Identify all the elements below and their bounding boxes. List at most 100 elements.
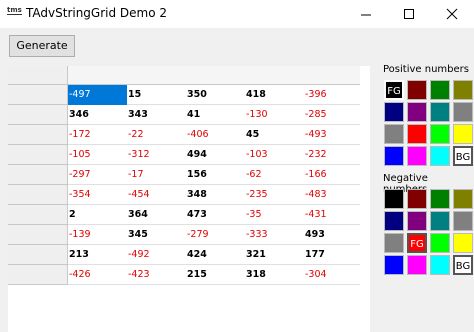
grid-cell[interactable]: 424 bbox=[186, 245, 245, 265]
grid-cell[interactable]: 418 bbox=[245, 85, 304, 105]
color-swatch[interactable] bbox=[430, 255, 450, 275]
row-header-cell[interactable] bbox=[8, 265, 68, 285]
row-header-cell[interactable] bbox=[8, 205, 68, 225]
grid-cell[interactable]: -166 bbox=[304, 165, 363, 185]
grid-cell[interactable]: -103 bbox=[245, 145, 304, 165]
row-header-cell[interactable] bbox=[8, 145, 68, 165]
grid-cell[interactable]: 343 bbox=[127, 105, 186, 125]
grid-cell[interactable]: -17 bbox=[127, 165, 186, 185]
row-header-cell[interactable] bbox=[8, 185, 68, 205]
color-swatch[interactable] bbox=[453, 233, 473, 253]
maximize-button[interactable] bbox=[387, 0, 431, 28]
grid-cell[interactable]: -304 bbox=[304, 265, 363, 285]
minimize-button[interactable] bbox=[344, 0, 388, 28]
grid-cell[interactable]: 350 bbox=[186, 85, 245, 105]
grid-cell[interactable]: -426 bbox=[68, 265, 127, 285]
color-swatch[interactable] bbox=[384, 146, 404, 166]
grid-cell[interactable]: -232 bbox=[304, 145, 363, 165]
grid-cell[interactable]: -279 bbox=[186, 225, 245, 245]
grid-cell[interactable]: -130 bbox=[245, 105, 304, 125]
grid-cell[interactable]: 346 bbox=[68, 105, 127, 125]
grid-cell[interactable]: -139 bbox=[68, 225, 127, 245]
grid-cell[interactable]: 473 bbox=[186, 205, 245, 225]
color-swatch[interactable] bbox=[453, 211, 473, 231]
color-swatch[interactable] bbox=[384, 189, 404, 209]
fg-color-swatch[interactable]: FG bbox=[407, 233, 427, 253]
row-header-cell[interactable] bbox=[8, 165, 68, 185]
color-swatch[interactable] bbox=[407, 80, 427, 100]
grid-cell[interactable]: -492 bbox=[127, 245, 186, 265]
row-header-cell[interactable] bbox=[8, 105, 68, 125]
row-header-cell[interactable] bbox=[8, 125, 68, 145]
grid-cell[interactable]: -497 bbox=[68, 85, 127, 105]
color-swatch[interactable] bbox=[384, 124, 404, 144]
color-swatch[interactable] bbox=[384, 102, 404, 122]
grid-cell[interactable]: 177 bbox=[304, 245, 363, 265]
grid-cell[interactable]: 321 bbox=[245, 245, 304, 265]
grid-cell[interactable]: -285 bbox=[304, 105, 363, 125]
string-grid[interactable]: -497 15 350 418 -396 346 343 41 -130 -285 -172 -22-… bbox=[8, 66, 376, 332]
grid-cell[interactable]: -354 bbox=[68, 185, 127, 205]
color-swatch[interactable] bbox=[430, 124, 450, 144]
grid-cell[interactable]: -431 bbox=[304, 205, 363, 225]
grid-cell[interactable]: 493 bbox=[304, 225, 363, 245]
row-header-cell[interactable] bbox=[8, 225, 68, 245]
grid-cell[interactable]: -423 bbox=[127, 265, 186, 285]
grid-cell[interactable]: -297 bbox=[68, 165, 127, 185]
color-swatch[interactable] bbox=[430, 211, 450, 231]
vertical-scrollbar[interactable] bbox=[370, 66, 376, 332]
grid-cell[interactable]: -172 bbox=[68, 125, 127, 145]
grid-cell[interactable]: 213 bbox=[68, 245, 127, 265]
color-swatch[interactable] bbox=[384, 255, 404, 275]
color-swatch[interactable] bbox=[430, 146, 450, 166]
grid-cell[interactable]: 2 bbox=[68, 205, 127, 225]
color-swatch[interactable] bbox=[453, 189, 473, 209]
grid-cell[interactable]: -396 bbox=[304, 85, 363, 105]
row-header-cell[interactable] bbox=[8, 85, 68, 105]
fg-color-swatch[interactable]: FG bbox=[384, 80, 404, 100]
bg-color-swatch[interactable]: BG bbox=[453, 146, 473, 166]
window-title: TAdvStringGrid Demo 2 bbox=[26, 6, 168, 20]
color-swatch[interactable] bbox=[430, 102, 450, 122]
color-swatch[interactable] bbox=[407, 255, 427, 275]
grid-cell[interactable]: 156 bbox=[186, 165, 245, 185]
grid-cell[interactable]: -105 bbox=[68, 145, 127, 165]
close-button[interactable] bbox=[430, 0, 474, 28]
color-swatch[interactable] bbox=[384, 233, 404, 253]
generate-button[interactable]: Generate bbox=[9, 35, 75, 57]
table-row: -139 345 -279 -333 493 bbox=[8, 225, 360, 245]
grid-cell[interactable]: -235 bbox=[245, 185, 304, 205]
grid-cell[interactable]: 348 bbox=[186, 185, 245, 205]
grid-cell[interactable]: -493 bbox=[304, 125, 363, 145]
color-swatch[interactable] bbox=[430, 233, 450, 253]
row-header-cell[interactable] bbox=[8, 245, 68, 265]
grid-cell[interactable]: -22 bbox=[127, 125, 186, 145]
color-swatch[interactable] bbox=[407, 102, 427, 122]
grid-cell[interactable]: 41 bbox=[186, 105, 245, 125]
color-swatch[interactable] bbox=[430, 80, 450, 100]
grid-cell[interactable]: 215 bbox=[186, 265, 245, 285]
grid-cell[interactable]: -62 bbox=[245, 165, 304, 185]
color-swatch[interactable] bbox=[384, 211, 404, 231]
color-swatch[interactable] bbox=[430, 189, 450, 209]
grid-cell[interactable]: -35 bbox=[245, 205, 304, 225]
grid-cell[interactable]: 494 bbox=[186, 145, 245, 165]
bg-color-swatch[interactable]: BG bbox=[453, 255, 473, 275]
color-swatch[interactable] bbox=[453, 80, 473, 100]
color-swatch[interactable] bbox=[407, 146, 427, 166]
grid-cell[interactable]: 15 bbox=[127, 85, 186, 105]
grid-cell[interactable]: -333 bbox=[245, 225, 304, 245]
color-swatch[interactable] bbox=[407, 189, 427, 209]
grid-cell[interactable]: -406 bbox=[186, 125, 245, 145]
grid-cell[interactable]: -454 bbox=[127, 185, 186, 205]
grid-cell[interactable]: -312 bbox=[127, 145, 186, 165]
color-swatch[interactable] bbox=[407, 124, 427, 144]
color-swatch[interactable] bbox=[453, 102, 473, 122]
grid-cell[interactable]: 364 bbox=[127, 205, 186, 225]
grid-cell[interactable]: 318 bbox=[245, 265, 304, 285]
color-swatch[interactable] bbox=[453, 124, 473, 144]
grid-cell[interactable]: 45 bbox=[245, 125, 304, 145]
grid-cell[interactable]: -483 bbox=[304, 185, 363, 205]
color-swatch[interactable] bbox=[407, 211, 427, 231]
grid-cell[interactable]: 345 bbox=[127, 225, 186, 245]
